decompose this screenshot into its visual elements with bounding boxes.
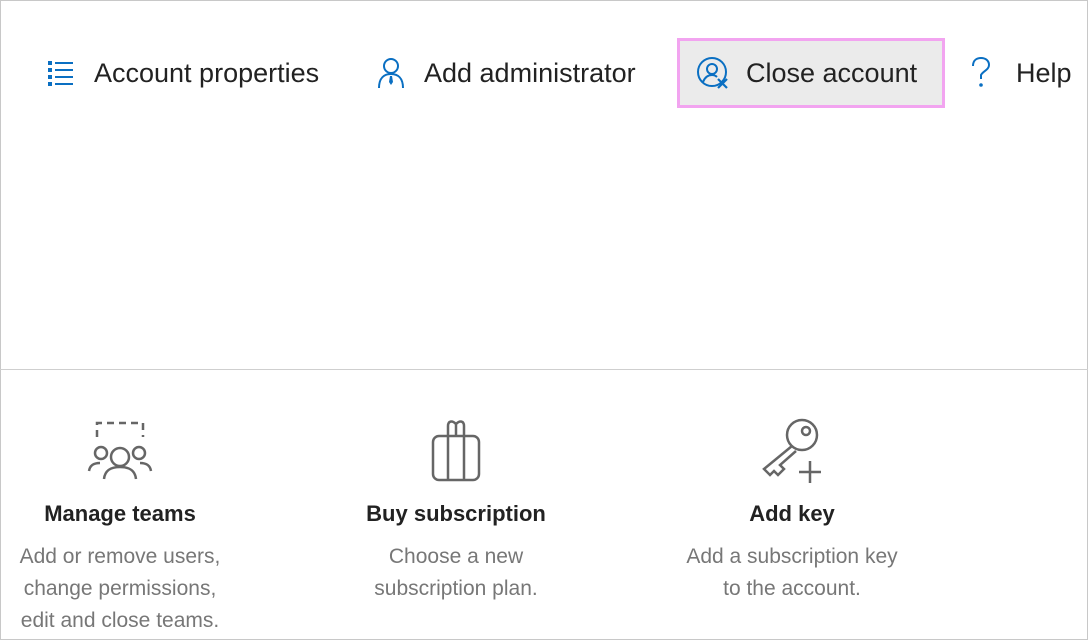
add-administrator-label: Add administrator: [424, 57, 636, 88]
desc-line: subscription plan.: [374, 577, 538, 600]
command-toolbar: Account properties Add administrator Clo…: [0, 0, 1088, 150]
buy-subscription-description: Choose a new subscription plan.: [306, 541, 606, 605]
manage-teams-description: Add or remove users, change permissions,…: [0, 541, 270, 637]
desc-line: Add or remove users,: [19, 545, 221, 568]
manage-teams-title: Manage teams: [44, 501, 196, 526]
person-tie-icon: [374, 56, 408, 90]
gift-bag-icon: [306, 415, 606, 485]
person-remove-icon: [696, 56, 730, 90]
add-key-card[interactable]: Add key Add a subscription key to the ac…: [642, 415, 942, 605]
desc-line: Choose a new: [388, 545, 524, 568]
key-add-icon: [642, 415, 942, 485]
desc-line: to the account.: [723, 577, 861, 600]
question-mark-icon: [964, 56, 998, 90]
add-key-title: Add key: [749, 501, 835, 526]
add-key-description: Add a subscription key to the account.: [642, 541, 942, 605]
desc-line: edit and close teams.: [20, 609, 220, 632]
close-account-label: Close account: [746, 57, 918, 88]
account-properties-label: Account properties: [94, 57, 320, 88]
account-properties-button[interactable]: Account properties: [44, 38, 319, 108]
desc-line: Add a subscription key: [686, 545, 898, 568]
section-divider: [0, 369, 1088, 370]
buy-subscription-card[interactable]: Buy subscription Choose a new subscripti…: [306, 415, 606, 605]
add-administrator-button[interactable]: Add administrator: [374, 38, 636, 108]
buy-subscription-title: Buy subscription: [366, 501, 546, 526]
desc-line: change permissions,: [23, 577, 217, 600]
close-account-button[interactable]: Close account: [677, 38, 945, 108]
list-icon: [44, 56, 78, 90]
team-icon: [0, 415, 270, 485]
help-button[interactable]: Help: [964, 38, 1072, 108]
help-label: Help: [1016, 57, 1072, 88]
manage-teams-card[interactable]: Manage teams Add or remove users, change…: [0, 415, 270, 637]
